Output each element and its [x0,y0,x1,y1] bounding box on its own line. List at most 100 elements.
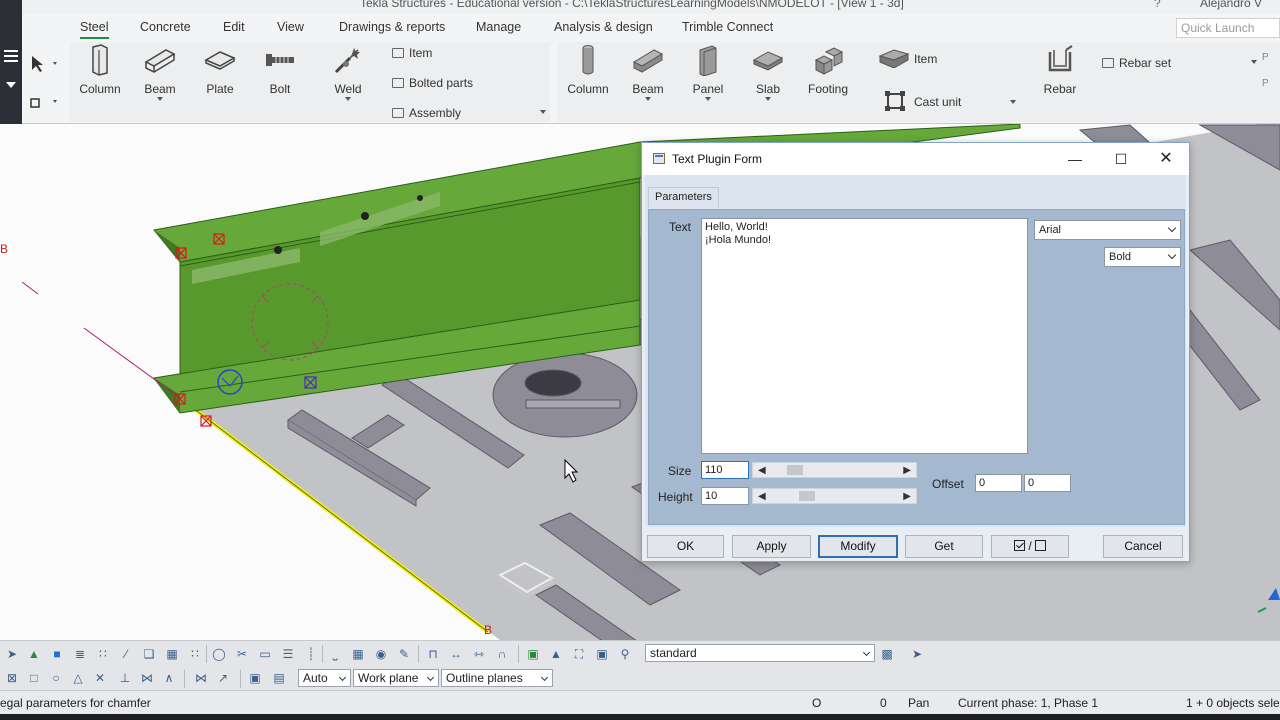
rectangle-icon[interactable]: ▭ [258,647,272,661]
scroll-left-icon[interactable]: ◀ [758,491,766,502]
steel-item-tool[interactable]: Item [392,46,432,60]
quick-launch-input[interactable]: Quick Launch [1176,18,1280,38]
snap-mode-select[interactable]: Auto [298,669,351,687]
square-snap-icon[interactable]: ■ [50,647,64,661]
layers-icon[interactable]: ◉ [374,647,388,661]
tab-steel[interactable]: Steel [80,20,109,39]
select-arrow-icon[interactable]: ➤ [5,647,19,661]
close-button[interactable]: ✕ [1151,149,1181,169]
tab-manage[interactable]: Manage [476,20,521,37]
zoom-fit-icon[interactable]: ⛶ [572,647,586,661]
height-slider[interactable]: ◀ ▶ [752,488,917,504]
rebar-tool[interactable]: Rebar [1030,44,1090,96]
steel-beam-tool[interactable]: Beam [130,44,190,101]
select-tools-icon[interactable] [22,42,62,122]
magnifier-icon[interactable]: ⚲ [618,647,632,661]
point-icon[interactable]: ▲ [27,647,41,661]
outline-planes-select[interactable]: Outline planes [441,669,553,687]
snap-center-icon[interactable]: ▣ [248,671,262,685]
concrete-footing-tool[interactable]: Footing [798,44,858,96]
snap-square-icon[interactable]: □ [27,671,41,685]
snap-circle-icon[interactable]: ○ [49,671,63,685]
snap-extension-icon[interactable]: ⋈ [194,671,208,685]
size-input[interactable]: 110 [701,461,749,479]
help-icon[interactable]: ? [1154,0,1161,10]
steel-bolt-tool[interactable]: Bolt [250,44,310,96]
offset-x-input[interactable]: 0 [975,474,1022,492]
line-snap-icon[interactable]: ∕ [119,647,133,661]
size-slider[interactable]: ◀ ▶ [752,462,917,478]
apply-button[interactable]: Apply [732,535,811,558]
rebar-set-tool[interactable]: Rebar set [1102,56,1171,70]
font-select[interactable]: Arial [1034,220,1181,240]
panel-expand-icon[interactable] [540,110,546,114]
height-slider-thumb[interactable] [798,491,815,501]
grid-icon[interactable]: ▦ [165,647,179,661]
tab-concrete[interactable]: Concrete [140,20,191,37]
grid-snap-icon[interactable]: ≣ [73,647,87,661]
get-button[interactable]: Get [905,535,983,558]
snap-angle-icon[interactable]: ∧ [162,671,176,685]
dots-grid-icon[interactable]: ∷ [188,647,202,661]
stub-item-2[interactable]: P [1262,78,1269,89]
tab-trimble-connect[interactable]: Trimble Connect [682,20,773,37]
snap-triangle-icon[interactable]: △ [71,671,85,685]
ok-button[interactable]: OK [647,535,724,558]
steel-column-tool[interactable]: Column [70,44,130,96]
rebar-set-dropdown-icon[interactable] [1251,60,1257,64]
snap-perpendicular-icon[interactable]: ⊥ [118,671,132,685]
plane-select[interactable]: Work plane [353,669,439,687]
minimize-button[interactable]: — [1060,149,1090,169]
list-icon[interactable]: ☰ [281,647,295,661]
stub-item-1[interactable]: P [1262,52,1269,63]
snap-cross-icon[interactable]: ✕ [93,671,107,685]
ruler-icon[interactable]: ┊ [304,647,318,661]
concrete-slab-tool[interactable]: Slab [738,44,798,101]
offset-y-input[interactable]: 0 [1024,474,1071,492]
tab-drawings-reports[interactable]: Drawings & reports [339,20,445,37]
align-icon[interactable]: ⇿ [472,647,486,661]
concrete-item-tool[interactable]: Item [878,48,937,69]
steel-plate-tool[interactable]: Plate [190,44,250,96]
bolted-parts-tool[interactable]: Bolted parts [392,76,473,90]
modify-button[interactable]: Modify [818,535,898,558]
cube-icon[interactable]: ❏ [142,647,156,661]
size-slider-thumb[interactable] [786,465,803,475]
snap-plane-icon[interactable]: ▲ [549,647,563,661]
curve-icon[interactable]: ∩ [495,647,509,661]
snap-midpoint-icon[interactable]: ◯ [212,647,226,661]
tab-edit[interactable]: Edit [223,20,245,37]
user-name[interactable]: Alejandro V [1200,0,1262,10]
snap-toggle-icon[interactable]: ▣ [526,647,540,661]
tab-parameters[interactable]: Parameters [648,187,719,208]
view-filter-select[interactable]: standard [645,644,875,662]
scissors-icon[interactable]: ✂ [235,647,249,661]
tab-analysis-design[interactable]: Analysis & design [554,20,653,37]
concrete-beam-tool[interactable]: Beam [618,44,678,101]
toggle-all-button[interactable]: / [991,535,1069,558]
filter-icon[interactable]: ▩ [880,647,894,661]
node-snap-icon[interactable]: ∷ [96,647,110,661]
concrete-column-tool[interactable]: Column [558,44,618,96]
cast-unit-dropdown-icon[interactable] [1010,100,1016,104]
assembly-tool[interactable]: Assembly [392,106,461,120]
cast-unit-tool[interactable]: Cast unit [884,90,961,112]
scroll-left-icon[interactable]: ◀ [758,465,766,476]
tab-view[interactable]: View [277,20,304,37]
snap-point-icon[interactable]: ⊠ [5,671,19,685]
dialog-title-bar[interactable]: Text Plugin Form — ☐ ✕ [642,143,1189,175]
snap-hourglass-icon[interactable]: ⋈ [140,671,154,685]
text-input[interactable]: Hello, World! ¡Hola Mundo! [701,218,1028,454]
measure-icon[interactable]: ↔ [449,647,463,661]
scroll-right-icon[interactable]: ▶ [903,491,911,502]
maximize-button[interactable]: ☐ [1106,149,1136,169]
concrete-panel-tool[interactable]: Panel [678,44,738,101]
app-menu-button[interactable] [0,0,22,124]
zoom-area-icon[interactable]: ▣ [595,647,609,661]
height-input[interactable]: 10 [701,487,749,505]
pick-icon[interactable]: ➤ [910,647,924,661]
assembly-view-icon[interactable]: ▦ [351,647,365,661]
dimension-icon[interactable]: ⊓ [426,647,440,661]
style-select[interactable]: Bold [1104,247,1181,267]
cancel-button[interactable]: Cancel [1103,535,1183,558]
